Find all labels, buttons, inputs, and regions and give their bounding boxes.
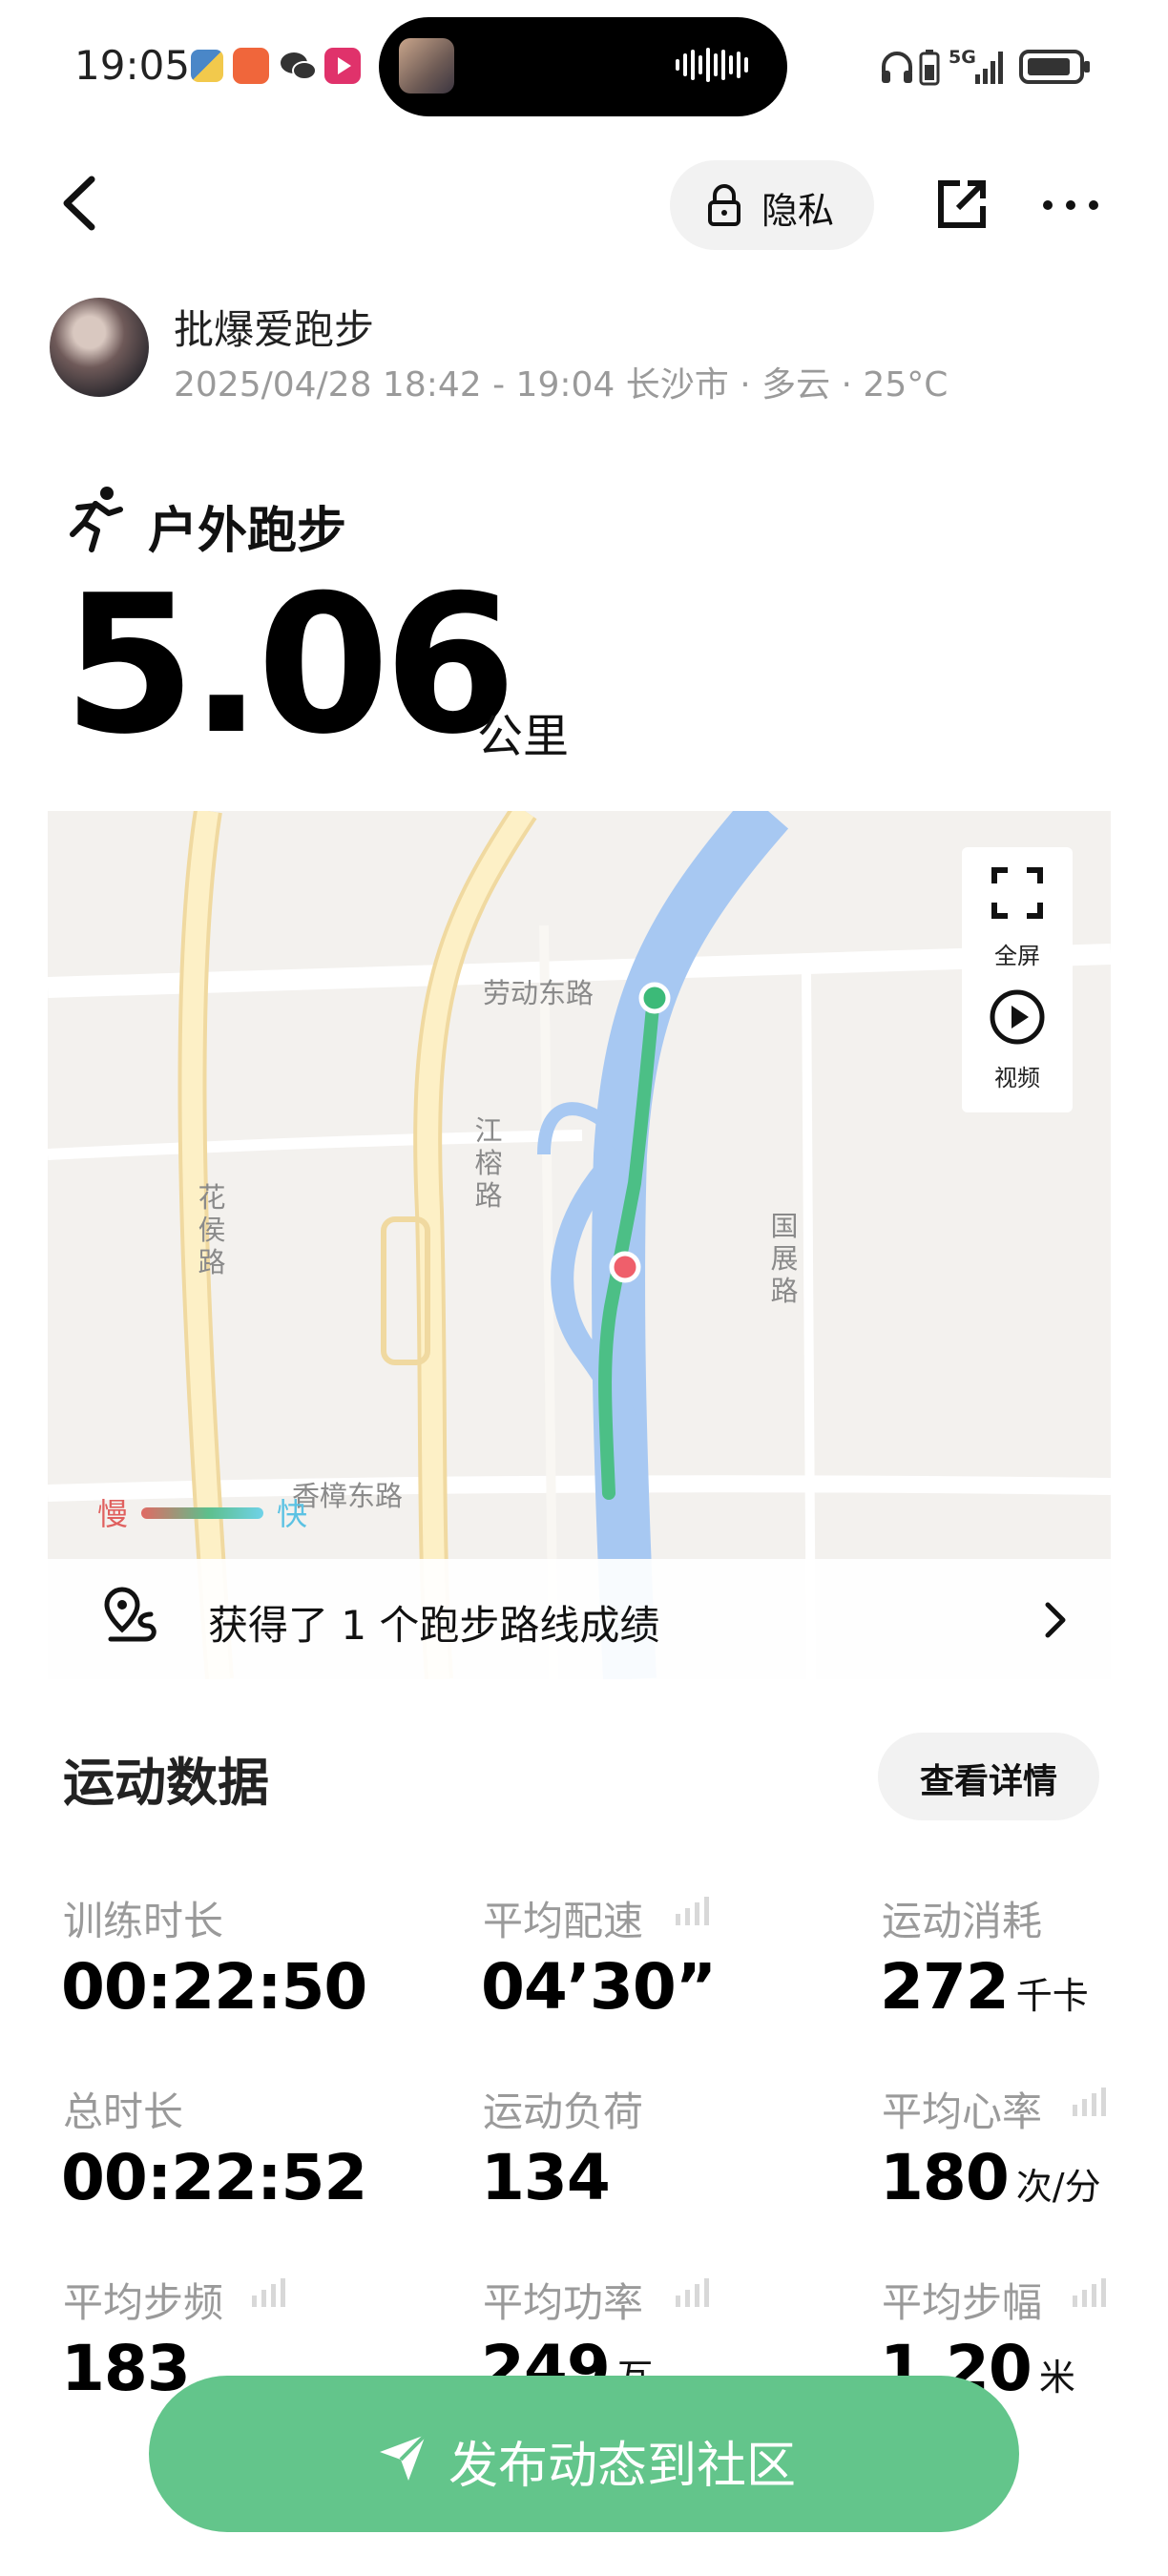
road-label-laodong: 劳动东路 bbox=[483, 977, 594, 1009]
signal-5g-icon: 5G bbox=[947, 44, 1008, 92]
trend-chart-icon[interactable] bbox=[1071, 2276, 1109, 2309]
more-dots-icon bbox=[1043, 200, 1098, 210]
stat-value-avg-pace: 04’30” bbox=[481, 1950, 717, 2024]
view-details-label: 查看详情 bbox=[919, 1762, 1057, 1801]
stat-label-avg-power: 平均功率 bbox=[483, 2279, 644, 2326]
stat-label-avg-stride: 平均步幅 bbox=[882, 2279, 1043, 2326]
more-button[interactable] bbox=[1040, 191, 1101, 219]
svg-text:5G: 5G bbox=[949, 47, 976, 68]
back-arrow-icon bbox=[63, 176, 95, 231]
road-label-huahou: 花侯路 bbox=[198, 1181, 226, 1278]
stat-value-calories: 272 千卡 bbox=[880, 1950, 1089, 2024]
share-icon bbox=[938, 180, 986, 228]
trend-chart-icon[interactable] bbox=[1071, 2086, 1109, 2118]
lock-icon bbox=[706, 183, 742, 231]
route-map[interactable]: 劳动东路 江榕路 花侯路 国展路 香樟东路 bbox=[48, 811, 1111, 1679]
video-label: 视频 bbox=[994, 1065, 1040, 1091]
road-label-guozhan: 国展路 bbox=[770, 1210, 799, 1307]
stat-value-avg-cadence: 183 bbox=[61, 2332, 191, 2405]
privacy-label: 隐私 bbox=[761, 190, 835, 232]
app-store-icon bbox=[233, 48, 269, 84]
share-button[interactable] bbox=[935, 177, 989, 231]
achievement-text: 获得了 1 个跑步路线成绩 bbox=[208, 1602, 660, 1649]
play-icon bbox=[990, 989, 1045, 1045]
back-button[interactable] bbox=[55, 170, 103, 237]
section-title: 运动数据 bbox=[63, 1753, 269, 1813]
stat-unit-heart-rate: 次/分 bbox=[1015, 2166, 1101, 2208]
fullscreen-label: 全屏 bbox=[994, 943, 1040, 969]
python-app-icon bbox=[191, 50, 223, 82]
distance-unit: 公里 bbox=[477, 710, 570, 763]
legend-slow: 慢 bbox=[97, 1496, 129, 1532]
stat-label-training-time: 训练时长 bbox=[63, 1898, 224, 1944]
running-icon bbox=[67, 485, 126, 557]
stat-value-total-time: 00:22:52 bbox=[61, 2141, 367, 2214]
route-start-marker bbox=[638, 982, 671, 1014]
wechat-icon bbox=[279, 50, 317, 88]
trend-chart-icon[interactable] bbox=[674, 1895, 712, 1927]
headphones-icon bbox=[878, 48, 916, 90]
trend-chart-icon[interactable] bbox=[674, 2276, 712, 2309]
fullscreen-button[interactable]: 全屏 bbox=[962, 859, 1073, 977]
stat-value-avg-heart-rate: 180 次/分 bbox=[880, 2141, 1101, 2214]
video-button[interactable]: 视频 bbox=[962, 985, 1073, 1103]
audio-waveform-icon bbox=[676, 46, 752, 84]
media-avatar bbox=[399, 38, 454, 93]
stat-value-training-load: 134 bbox=[481, 2141, 611, 2214]
stat-label-total-time: 总时长 bbox=[63, 2088, 184, 2135]
fullscreen-icon bbox=[991, 867, 1043, 919]
stat-label-avg-pace: 平均配速 bbox=[483, 1898, 644, 1944]
route-pin-icon bbox=[103, 1586, 164, 1651]
pace-legend-bar bbox=[141, 1507, 263, 1519]
charging-icon bbox=[918, 48, 941, 90]
stat-unit-calories: 千卡 bbox=[1015, 1975, 1089, 2017]
activity-type: 户外跑步 bbox=[148, 503, 347, 560]
publish-label: 发布动态到社区 bbox=[448, 2438, 797, 2495]
distance-value: 5.06 bbox=[63, 554, 516, 777]
chevron-right-icon bbox=[1040, 1599, 1069, 1645]
stat-value-training-time: 00:22:50 bbox=[61, 1950, 367, 2024]
user-avatar[interactable] bbox=[50, 298, 149, 397]
road-label-jiangrong: 江榕路 bbox=[474, 1114, 503, 1212]
stat-label-avg-heart-rate: 平均心率 bbox=[882, 2088, 1043, 2135]
video-app-icon bbox=[324, 48, 361, 84]
route-end-marker bbox=[609, 1251, 641, 1283]
stat-label-calories: 运动消耗 bbox=[882, 1898, 1043, 1944]
send-icon bbox=[376, 2431, 429, 2488]
legend-fast: 快 bbox=[277, 1496, 308, 1532]
stat-label-avg-cadence: 平均步频 bbox=[63, 2279, 224, 2326]
stat-unit-stride: 米 bbox=[1038, 2357, 1075, 2399]
username[interactable]: 批爆爱跑步 bbox=[174, 298, 374, 356]
stat-label-training-load: 运动负荷 bbox=[483, 2088, 644, 2135]
road-label-xiangzhang: 香樟东路 bbox=[292, 1480, 404, 1512]
trend-chart-icon[interactable] bbox=[250, 2276, 288, 2309]
status-time: 19:05 bbox=[74, 42, 191, 89]
battery-icon bbox=[1019, 48, 1092, 90]
activity-meta: 2025/04/28 18:42 - 19:04 长沙市 · 多云 · 25°C bbox=[174, 365, 949, 405]
